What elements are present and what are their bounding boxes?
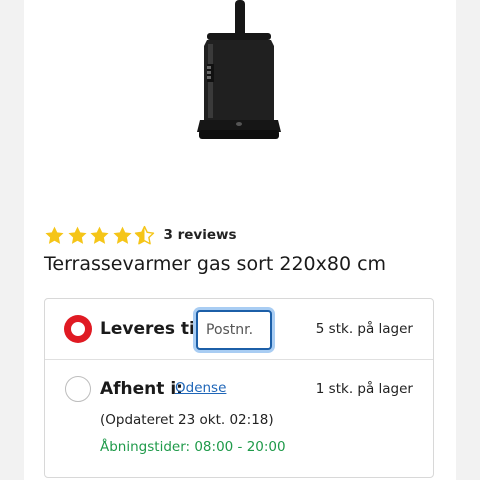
star-icon: [45, 226, 64, 244]
product-card: 3 reviews Terrassevarmer gas sort 220x80…: [24, 0, 456, 480]
rating[interactable]: 3 reviews: [44, 222, 237, 248]
opening-hours: Åbningstider: 08:00 - 20:00: [100, 439, 286, 455]
star-rating: [44, 225, 157, 246]
pickup-radio[interactable]: [65, 376, 91, 402]
postal-code-input[interactable]: [196, 310, 272, 350]
delivery-label[interactable]: Leveres til:: [100, 319, 208, 339]
delivery-options: Leveres til: 5 stk. på lager Afhent i: O…: [44, 298, 434, 478]
star-icon: [90, 226, 109, 244]
product-title: Terrassevarmer gas sort 220x80 cm: [44, 253, 387, 275]
star-half-icon: [134, 225, 155, 245]
patio-heater-image: [197, 0, 281, 139]
star-icon: [67, 226, 87, 244]
stock-updated: (Opdateret 23 okt. 02:18): [100, 412, 274, 428]
divider: [45, 359, 433, 360]
delivery-stock: 5 stk. på lager: [315, 321, 413, 337]
pickup-stock: 1 stk. på lager: [315, 381, 413, 397]
star-icon: [112, 226, 132, 244]
reviews-count[interactable]: 3 reviews: [164, 227, 237, 243]
delivery-radio[interactable]: [65, 316, 91, 342]
store-link[interactable]: Odense: [175, 380, 226, 396]
pickup-label[interactable]: Afhent i:: [100, 379, 183, 399]
